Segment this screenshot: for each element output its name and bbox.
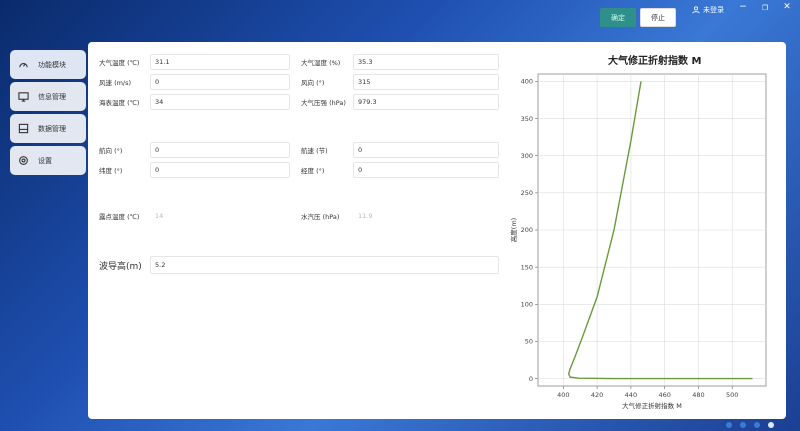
- refractivity-chart: 400 420 440 460 480 500 0 50 100 150 200 250 300 350 4…: [509, 73, 767, 410]
- y-tick-label: 400: [521, 78, 533, 86]
- y-tick-label: 150: [521, 263, 533, 271]
- x-tick-label: 440: [625, 391, 637, 399]
- maximize-button[interactable]: ❐: [759, 4, 771, 12]
- sidebar-item-label: 数据管理: [38, 124, 66, 133]
- y-tick-label: 250: [521, 189, 533, 197]
- page-dot-active[interactable]: [768, 422, 774, 428]
- sidebar-item-function[interactable]: 功能模块: [10, 50, 86, 79]
- pagination: [726, 422, 774, 428]
- main-panel: 大气温度 (℃) 31.1 大气湿度 (%) 35.3 风速 (m/s) 0 风…: [88, 42, 786, 419]
- y-tick-label: 100: [521, 300, 533, 308]
- y-tick-label: 50: [525, 338, 533, 346]
- confirm-button[interactable]: 确定: [600, 8, 636, 27]
- sidebar-item-info[interactable]: 信息管理: [10, 82, 86, 111]
- sidebar-item-label: 设置: [38, 156, 52, 165]
- close-button[interactable]: ✕: [781, 2, 793, 12]
- y-axis-label: 高度(m): [509, 218, 518, 242]
- page-dot[interactable]: [726, 422, 732, 428]
- x-tick-label: 500: [726, 391, 738, 399]
- x-tick-label: 420: [591, 391, 603, 399]
- sidebar-item-label: 信息管理: [38, 92, 66, 101]
- database-icon: [18, 123, 29, 134]
- sidebar-item-data[interactable]: 数据管理: [10, 114, 86, 143]
- page-dot[interactable]: [754, 422, 760, 428]
- monitor-icon: [18, 92, 29, 102]
- user-menu[interactable]: 未登录: [692, 5, 724, 15]
- x-tick-label: 480: [692, 391, 704, 399]
- y-tick-label: 350: [521, 115, 533, 123]
- y-tick-label: 300: [521, 152, 533, 160]
- minimize-button[interactable]: −: [737, 2, 749, 12]
- user-icon: [692, 6, 700, 14]
- y-tick-label: 200: [521, 226, 533, 234]
- gauge-icon: [19, 63, 28, 68]
- x-axis-label: 大气修正折射指数 M: [622, 401, 682, 410]
- title-bar: 确定 停止 未登录 − ❐ ✕: [0, 0, 800, 34]
- x-tick-label: 460: [658, 391, 670, 399]
- x-tick-label: 400: [557, 391, 569, 399]
- sidebar: 功能模块 信息管理 数据管理 设置: [10, 50, 86, 178]
- gear-icon: [19, 156, 28, 165]
- page-dot[interactable]: [740, 422, 746, 428]
- stop-button[interactable]: 停止: [640, 8, 676, 27]
- y-tick-label: 0: [529, 375, 533, 383]
- user-name: 未登录: [703, 6, 724, 14]
- sidebar-item-label: 功能模块: [38, 60, 66, 69]
- sidebar-item-settings[interactable]: 设置: [10, 146, 86, 175]
